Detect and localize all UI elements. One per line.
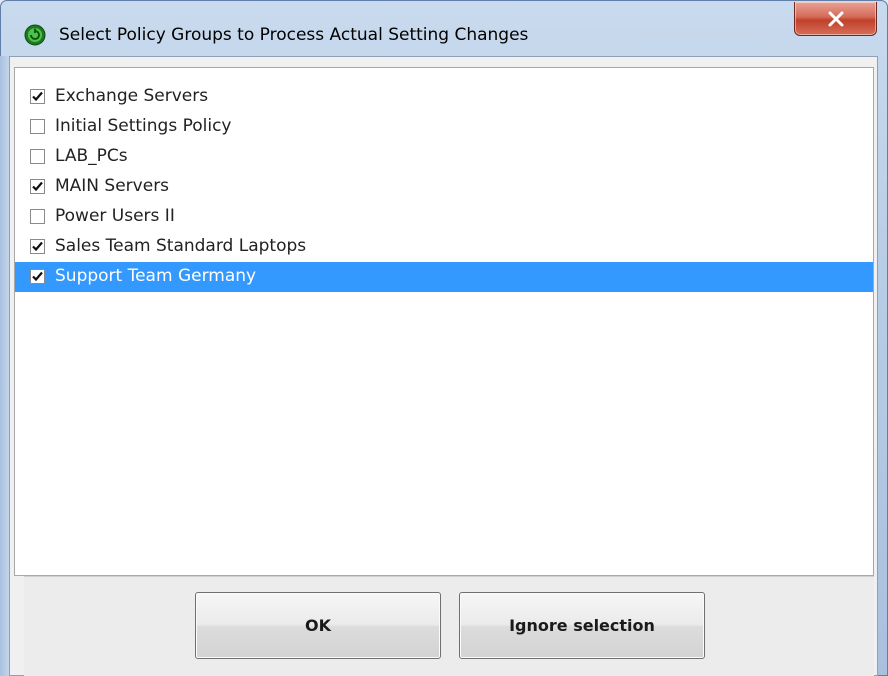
item-checkbox[interactable]	[30, 179, 45, 194]
item-checkbox[interactable]	[30, 209, 45, 224]
policy-groups-list[interactable]: Exchange Servers Initial Settings Policy L…	[14, 67, 874, 576]
close-icon	[827, 11, 845, 27]
button-panel	[24, 576, 874, 676]
list-item[interactable]: MAIN Servers	[15, 172, 873, 202]
list-item-label: Power Users II	[55, 206, 175, 226]
list-item-label: Initial Settings Policy	[55, 116, 232, 136]
checkmark-icon	[32, 271, 43, 282]
item-checkbox[interactable]	[30, 119, 45, 134]
list-item[interactable]: Support Team Germany	[15, 262, 873, 292]
ok-button[interactable]: OK	[195, 592, 441, 659]
window-title: Select Policy Groups to Process Actual S…	[59, 25, 529, 45]
window-border-left	[0, 56, 9, 676]
checkmark-icon	[32, 91, 43, 102]
list-item-label: Sales Team Standard Laptops	[55, 236, 307, 256]
title-bar[interactable]: Select Policy Groups to Process Actual S…	[1, 1, 887, 53]
close-button[interactable]	[794, 2, 877, 36]
checkmark-icon	[32, 181, 43, 192]
list-item[interactable]: Initial Settings Policy	[15, 112, 873, 142]
app-icon	[24, 24, 46, 46]
list-item[interactable]: Exchange Servers	[15, 82, 873, 112]
checkmark-icon	[32, 241, 43, 252]
list-item[interactable]: Power Users II	[15, 202, 873, 232]
item-checkbox[interactable]	[30, 149, 45, 164]
list-item-label: Support Team Germany	[55, 266, 257, 286]
ignore-selection-button-label: Ignore selection	[509, 616, 655, 635]
item-checkbox[interactable]	[30, 89, 45, 104]
list-item-label: MAIN Servers	[55, 176, 170, 196]
item-checkbox[interactable]	[30, 239, 45, 254]
ignore-selection-button[interactable]: Ignore selection	[459, 592, 705, 659]
ok-button-label: OK	[305, 616, 331, 635]
item-checkbox[interactable]	[30, 269, 45, 284]
list-item[interactable]: Sales Team Standard Laptops	[15, 232, 873, 262]
list-item-label: LAB_PCs	[55, 146, 128, 166]
list-item[interactable]: LAB_PCs	[15, 142, 873, 172]
list-item-label: Exchange Servers	[55, 86, 209, 106]
